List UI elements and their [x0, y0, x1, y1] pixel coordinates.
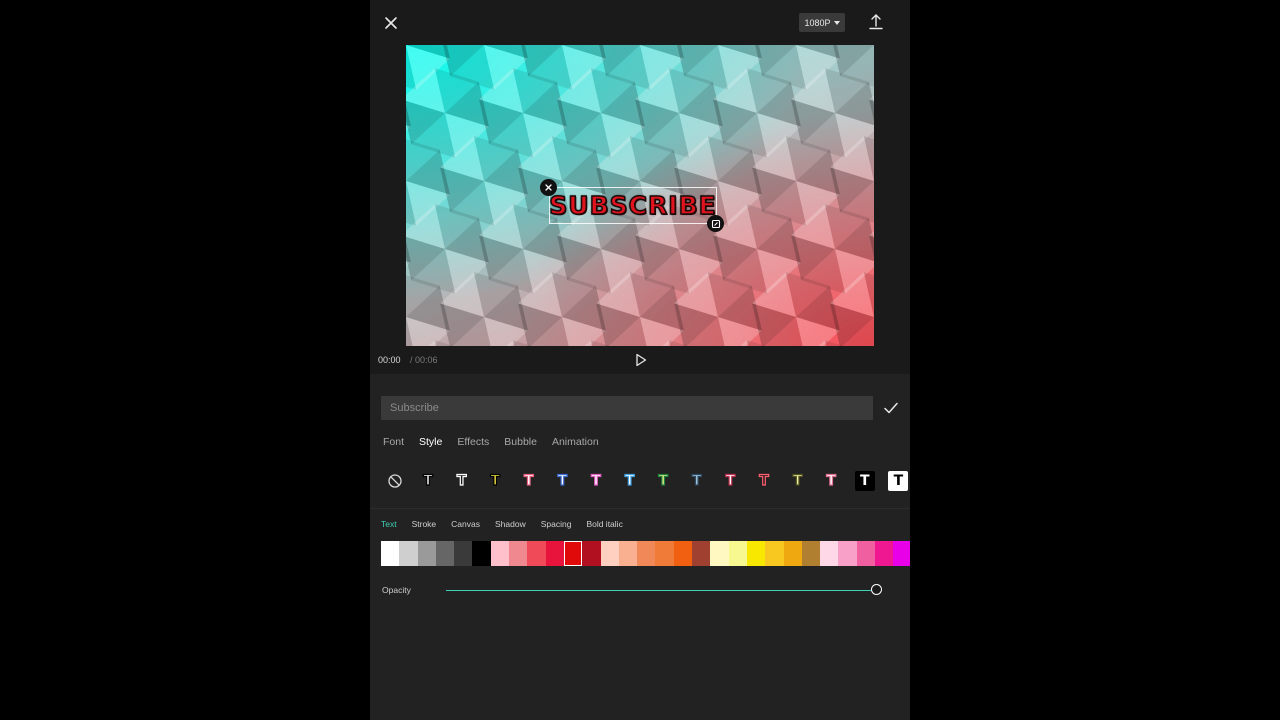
text-overlay-box[interactable]: SUBSCRIBE [549, 187, 717, 224]
divider [370, 508, 910, 509]
subtab-stroke[interactable]: Stroke [412, 519, 437, 529]
rotate-scale-handle[interactable] [707, 215, 724, 232]
color-swatch[interactable] [563, 541, 583, 566]
color-swatch[interactable] [582, 541, 601, 566]
color-swatch[interactable] [783, 541, 802, 566]
tab-style[interactable]: Style [419, 436, 442, 448]
close-icon [385, 17, 397, 29]
style-preset[interactable]: T [586, 471, 606, 491]
color-swatch[interactable] [728, 541, 747, 566]
color-swatch[interactable] [801, 541, 821, 566]
subtab-spacing[interactable]: Spacing [541, 519, 572, 529]
play-icon [636, 353, 647, 367]
style-preset[interactable]: T [888, 471, 909, 491]
subtab-canvas[interactable]: Canvas [451, 519, 480, 529]
style-preset[interactable]: T [653, 471, 673, 491]
color-swatch[interactable] [527, 541, 546, 566]
style-preset[interactable]: T [620, 471, 640, 491]
color-swatch[interactable] [856, 541, 876, 566]
color-swatch[interactable] [399, 541, 418, 566]
export-button[interactable] [868, 12, 884, 32]
close-button[interactable] [380, 12, 402, 34]
color-swatch[interactable] [600, 541, 619, 566]
color-swatch[interactable] [655, 541, 674, 566]
color-swatch[interactable] [893, 541, 910, 566]
caret-down-icon [833, 20, 840, 25]
opacity-label: Opacity [382, 585, 411, 595]
resolution-dropdown[interactable]: 1080P [799, 13, 845, 32]
color-swatch[interactable] [490, 541, 510, 566]
color-swatch[interactable] [875, 541, 894, 566]
subtab-bold-italic[interactable]: Bold italic [586, 519, 622, 529]
total-time: / 00:06 [410, 355, 438, 365]
current-time: 00:00 [378, 355, 401, 365]
color-swatch[interactable] [454, 541, 473, 566]
opacity-slider-track[interactable] [446, 590, 876, 591]
editor-tabs: Font Style Effects Bubble Animation [383, 436, 614, 448]
tab-bubble[interactable]: Bubble [504, 436, 537, 448]
subtab-shadow[interactable]: Shadow [495, 519, 526, 529]
video-preview[interactable]: SUBSCRIBE [406, 45, 874, 346]
tab-animation[interactable]: Animation [552, 436, 599, 448]
confirm-button[interactable] [883, 400, 899, 416]
style-sub-tabs: Text Stroke Canvas Shadow Spacing Bold italic [381, 519, 638, 529]
no-style-icon [388, 474, 402, 488]
tab-effects[interactable]: Effects [457, 436, 489, 448]
color-swatch[interactable] [746, 541, 766, 566]
style-preset[interactable]: T [452, 471, 472, 491]
export-icon [869, 14, 883, 30]
color-swatch[interactable] [618, 541, 638, 566]
color-swatch[interactable] [509, 541, 528, 566]
color-swatch[interactable] [710, 541, 729, 566]
resolution-label: 1080P [804, 17, 831, 28]
style-preset[interactable]: T [418, 471, 438, 491]
style-preset[interactable]: T [821, 471, 841, 491]
color-swatch[interactable] [765, 541, 784, 566]
play-button[interactable] [634, 352, 648, 368]
color-swatch[interactable] [381, 541, 400, 566]
style-preset[interactable]: T [485, 471, 505, 491]
text-editor-panel: FontStyleEffectsBubbleAnimation TTTTTTTT… [370, 374, 910, 720]
delete-text-button[interactable] [540, 179, 557, 196]
color-swatch[interactable] [673, 541, 693, 566]
style-preset[interactable]: T [854, 471, 875, 491]
color-swatch[interactable] [472, 541, 491, 566]
style-preset[interactable]: T [720, 471, 740, 491]
color-palette [381, 541, 910, 566]
no-style-button[interactable] [385, 471, 405, 491]
color-swatch[interactable] [637, 541, 656, 566]
subtab-text[interactable]: Text [381, 519, 397, 529]
color-swatch[interactable] [435, 541, 455, 566]
color-swatch[interactable] [417, 541, 436, 566]
style-preset[interactable]: T [552, 471, 572, 491]
color-swatch[interactable] [820, 541, 839, 566]
top-bar: 1080P [370, 0, 910, 44]
tab-font[interactable]: Font [383, 436, 404, 448]
style-preset[interactable]: T [687, 471, 707, 491]
style-preset[interactable]: T [754, 471, 774, 491]
editor-screen: 1080P SUBSCRIBE 00:00 / 00:06 Subscribe … [370, 0, 910, 720]
color-swatch[interactable] [838, 541, 857, 566]
text-input[interactable] [381, 396, 873, 420]
rotate-scale-icon [711, 219, 720, 228]
style-presets-row: TTTTTTTTTTTTTTT [370, 467, 910, 497]
opacity-slider-thumb[interactable] [871, 584, 882, 595]
color-swatch[interactable] [692, 541, 711, 566]
style-preset[interactable]: T [788, 471, 808, 491]
style-preset[interactable]: T [519, 471, 539, 491]
color-swatch[interactable] [545, 541, 564, 566]
checkmark-icon [884, 402, 898, 414]
close-icon [545, 184, 552, 191]
overlay-text: SUBSCRIBE [549, 190, 717, 221]
